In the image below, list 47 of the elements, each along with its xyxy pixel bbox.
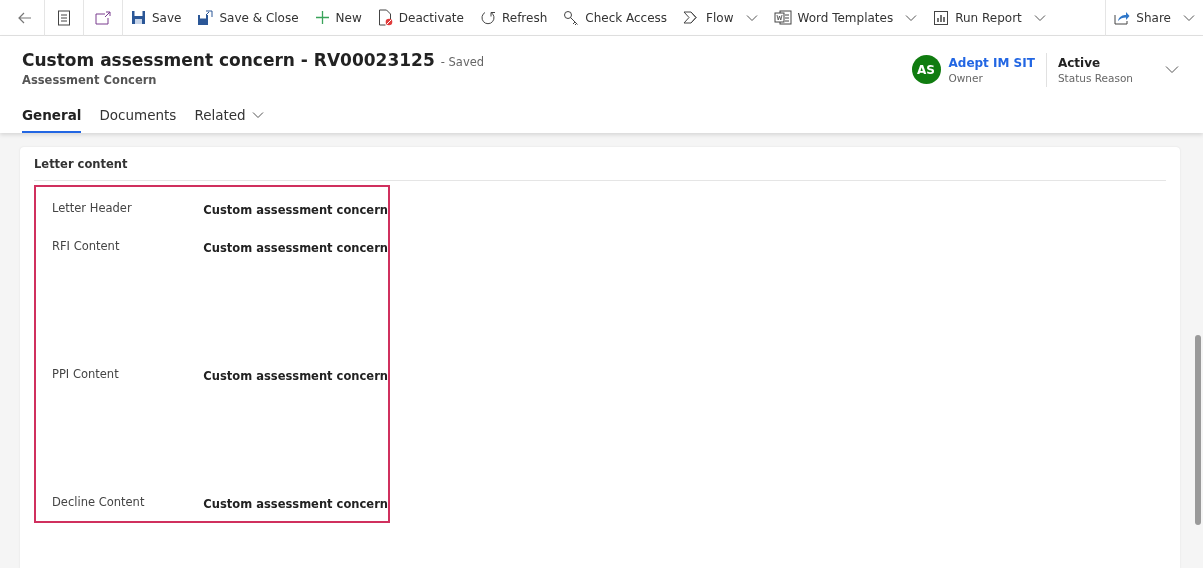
scrollbar-thumb[interactable] xyxy=(1195,335,1201,525)
chevron-down-icon xyxy=(745,13,758,22)
toolbar-button[interactable]: Run Report xyxy=(925,2,1054,33)
field-value[interactable]: Custom assessment concern xyxy=(203,201,388,217)
report-icon xyxy=(933,9,950,26)
share-button[interactable]: Share xyxy=(1106,2,1203,33)
entity-name: Assessment Concern xyxy=(22,73,158,87)
plus-icon xyxy=(314,10,330,25)
owner-avatar: AS xyxy=(911,55,941,84)
toolbar-button[interactable]: Check Access xyxy=(555,2,676,33)
toolbar-button[interactable]: Flow xyxy=(675,2,766,33)
status-value: Active xyxy=(1057,55,1102,70)
field-label: Decline Content xyxy=(52,495,146,509)
popout-icon xyxy=(95,10,111,25)
key-icon xyxy=(563,9,580,26)
field-label: RFI Content xyxy=(52,239,121,253)
tab[interactable]: Documents xyxy=(99,103,177,133)
toolbar-button[interactable]: Word Templates xyxy=(765,2,926,33)
chevron-down-icon xyxy=(905,13,918,22)
chevron-down-icon xyxy=(251,111,264,119)
save-status: - Saved xyxy=(440,55,485,69)
field-value[interactable]: Custom assessment concern xyxy=(203,239,388,255)
owner-label: Owner xyxy=(948,71,984,84)
toolbar-button[interactable]: New xyxy=(306,2,370,33)
refresh-icon xyxy=(479,9,496,26)
field-value[interactable]: Custom assessment concern xyxy=(203,495,388,511)
document-blocked-icon xyxy=(377,9,393,26)
status-label: Status Reason xyxy=(1057,71,1133,84)
field-label: PPI Content xyxy=(52,367,120,381)
record-title: Custom assessment concern - RV00023125 xyxy=(22,50,435,70)
chevron-down-icon xyxy=(1183,13,1195,22)
tab[interactable]: General xyxy=(22,103,82,133)
field-value[interactable]: Custom assessment concern xyxy=(203,367,388,383)
chevron-down-icon xyxy=(1165,65,1179,74)
tab[interactable]: Related xyxy=(194,103,264,133)
toolbar-button[interactable]: Save xyxy=(123,2,190,33)
share-icon xyxy=(1114,10,1131,25)
save-close-icon xyxy=(197,9,214,26)
owner-link[interactable]: Adept IM SIT xyxy=(948,55,1035,70)
chevron-down-icon xyxy=(1033,13,1046,22)
word-document-icon xyxy=(773,10,792,25)
section-title: Letter content xyxy=(34,157,1166,181)
toolbar-button[interactable]: Save & Close xyxy=(189,2,307,33)
toolbar-button[interactable]: Deactivate xyxy=(369,2,472,33)
toolbar-button[interactable]: Refresh xyxy=(471,2,556,33)
field-label: Letter Header xyxy=(52,201,133,215)
document-icon xyxy=(57,9,71,26)
